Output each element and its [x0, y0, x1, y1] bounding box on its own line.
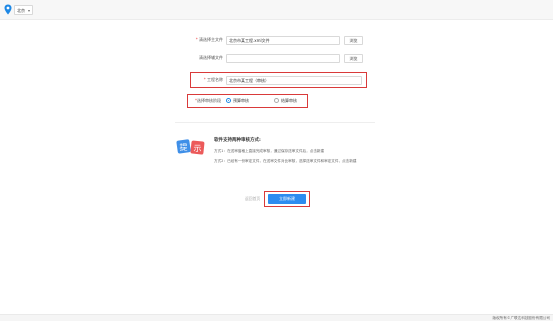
- tips-icon: 提 示: [176, 139, 205, 155]
- review-stage-label: *选择审核阶段: [195, 98, 221, 103]
- tips-title: 软件支持两种审核方式:: [214, 138, 261, 143]
- radio-budget-review-label[interactable]: 预算审核: [233, 98, 249, 104]
- top-bar: 北京: [0, 0, 553, 20]
- chevron-down-icon: [28, 10, 30, 12]
- divider: [175, 122, 375, 123]
- project-name-value: 北京市某工程（审核）: [229, 78, 269, 83]
- aux-file-input[interactable]: [226, 54, 340, 63]
- back-home-link[interactable]: 返回首页: [245, 196, 260, 202]
- radio-settlement-review[interactable]: [274, 98, 279, 103]
- radio-budget-review[interactable]: [226, 98, 231, 103]
- aux-file-browse-button[interactable]: 浏览: [344, 54, 363, 63]
- project-name-input[interactable]: 北京市某工程（审核）: [226, 76, 362, 85]
- page: 北京 * 清选择主文件 北京市某工程.xml文件 浏览 清选择辅文件 浏览 * …: [0, 0, 553, 321]
- main-file-value: 北京市某工程.xml文件: [229, 38, 270, 43]
- city-label: 北京: [17, 8, 25, 13]
- main-file-input[interactable]: 北京市某工程.xml文件: [226, 36, 340, 45]
- main-file-label: * 清选择主文件: [195, 37, 223, 42]
- tips-icon-char-2: 示: [194, 144, 202, 153]
- map-pin-icon: [4, 4, 12, 15]
- radio-settlement-review-label[interactable]: 结算审核: [281, 98, 297, 104]
- copyright-text: 版权所有©广联达科技股份有限公司: [492, 316, 551, 320]
- footer: 版权所有©广联达科技股份有限公司: [0, 314, 553, 321]
- project-name-label: * 工程名称: [203, 77, 223, 82]
- city-select[interactable]: 北京: [14, 5, 33, 15]
- tips-method-1: 方式1：在送审窗格上直接完成审核，通过保存送审文件后，点击新建: [214, 149, 325, 153]
- tips-method-2: 方式2：已经有一份审定文件，在送审文件对比审核，选择送审文件和审定文件，点击新建: [214, 159, 357, 163]
- main-file-browse-button[interactable]: 浏览: [344, 36, 363, 45]
- aux-file-label: 清选择辅文件: [199, 55, 223, 60]
- create-now-button[interactable]: 立即新建: [268, 194, 306, 204]
- tips-icon-char-1: 提: [180, 142, 188, 152]
